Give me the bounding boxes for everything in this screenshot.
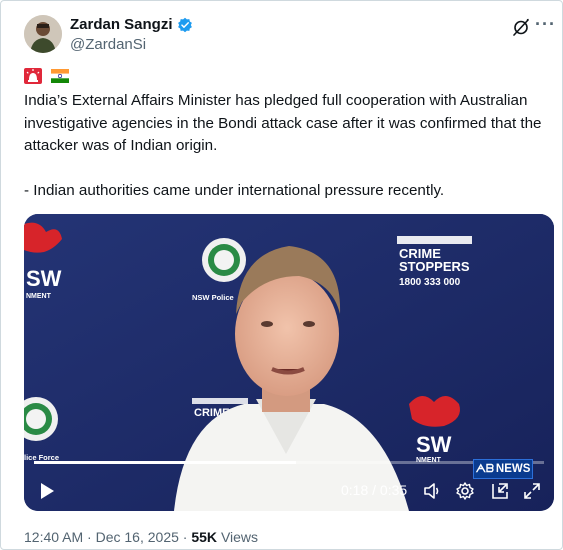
svg-text:STOPPERS: STOPPERS [399, 259, 470, 274]
abc-news-label: NEWS [495, 463, 531, 475]
author-handle[interactable]: @ZardanSi [70, 36, 146, 53]
abc-news-badge: ᗅᗷ NEWS [473, 459, 533, 479]
post-date[interactable]: Dec 16, 2025 [96, 529, 179, 545]
settings-gear-icon[interactable] [455, 481, 475, 501]
svg-text:SW: SW [416, 432, 452, 457]
current-time: 0:18 [341, 482, 369, 498]
grok-icon[interactable] [511, 17, 531, 37]
tweet-paragraph: - Indian authorities came under internat… [24, 181, 445, 199]
time-separator: / [372, 482, 377, 498]
volume-icon[interactable] [422, 481, 442, 501]
abc-logo-icon: ᗅᗷ [475, 462, 494, 475]
author-name-row[interactable]: Zardan Sangzi [70, 16, 193, 33]
meta-separator: · [182, 529, 188, 545]
post-time[interactable]: 12:40 AM [24, 529, 83, 545]
video-timecode: 0:18 / 0:35 [341, 482, 407, 498]
video-progress-fill [34, 461, 297, 464]
tweet-paragraph: India’s External Affairs Minister has pl… [24, 92, 542, 154]
author-name[interactable]: Zardan Sangzi [70, 16, 173, 33]
india-flag-emoji [51, 69, 69, 83]
verified-badge-icon [177, 17, 192, 32]
svg-text:SW: SW [26, 266, 62, 291]
avatar[interactable] [24, 15, 62, 53]
police-badge-bottom: lice Force [24, 397, 59, 462]
tweet-card: Zardan Sangzi @ZardanSi ··· India’s Exte… [0, 0, 563, 550]
views-label: Views [220, 529, 259, 545]
svg-text:NMENT: NMENT [26, 293, 52, 300]
more-options-icon[interactable]: ··· [535, 14, 556, 35]
picture-in-picture-icon[interactable] [490, 481, 510, 501]
rotating-light-emoji [24, 68, 42, 84]
tweet-text: India’s External Affairs Minister has pl… [24, 90, 544, 202]
play-icon[interactable] [39, 482, 55, 500]
emoji-line [24, 68, 69, 84]
post-metadata: 12:40 AM · Dec 16, 2025 · 55K Views [24, 529, 258, 545]
svg-text:1800 333 000: 1800 333 000 [399, 277, 461, 288]
svg-text:NSW Police: NSW Police [192, 293, 234, 302]
video-player[interactable]: SW NMENT NSW Police CRIME STOPPERS 1800 … [24, 214, 554, 511]
fullscreen-icon[interactable] [522, 481, 542, 501]
duration: 0:35 [379, 482, 408, 498]
video-progress-bar[interactable] [34, 461, 544, 464]
views-count: 55K [191, 529, 218, 545]
meta-separator: · [87, 529, 92, 545]
